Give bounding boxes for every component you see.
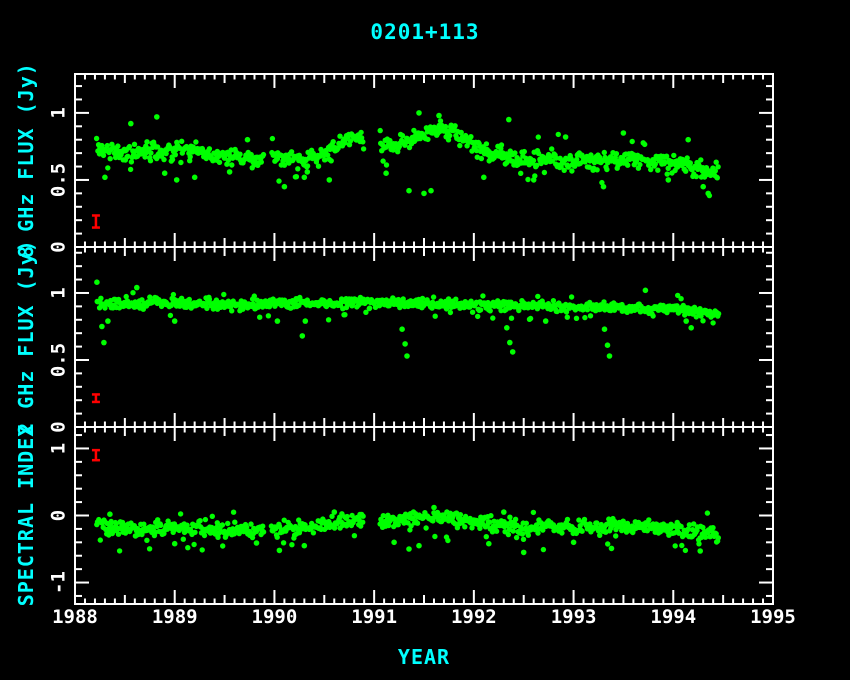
x-tick-label: 1991	[351, 606, 397, 628]
data-points-panel-1	[94, 279, 721, 358]
error-bar-panel-2	[92, 450, 100, 460]
data-points-panel-0	[94, 110, 721, 198]
x-tick-label: 1995	[750, 606, 796, 628]
x-tick-label: 1994	[650, 606, 696, 628]
x-tick-label: 1989	[152, 606, 198, 628]
y-tick-label: 1	[48, 107, 70, 118]
plot-page: 0201+113 8 GHz FLUX (Jy) 2 GHz FLUX (Jy)…	[0, 0, 850, 680]
y-tick-label: 0	[48, 510, 70, 521]
x-tick-label: 1993	[551, 606, 597, 628]
light-curve-chart: 0 0.5 1 0 0.5 1 -1 0 1 1988 1989 1990 1991 1992 1993 19…	[0, 0, 850, 680]
y-tick-label: 0	[48, 241, 70, 252]
x-tick-label: 1988	[52, 606, 98, 628]
y-tick-label: 0.5	[48, 163, 70, 197]
y-tick-label: 0	[48, 421, 70, 432]
x-tick-label: 1992	[451, 606, 497, 628]
error-bar-panel-1	[92, 394, 100, 402]
error-bar-panel-0	[92, 215, 100, 227]
y-tick-label: -1	[48, 571, 70, 594]
y-tick-label: 1	[48, 443, 70, 454]
data-points-panel-2	[94, 505, 721, 556]
y-tick-label: 0.5	[48, 343, 70, 377]
x-tick-label: 1990	[252, 606, 298, 628]
y-tick-label: 1	[48, 287, 70, 298]
x-axis-title: YEAR	[75, 645, 773, 669]
